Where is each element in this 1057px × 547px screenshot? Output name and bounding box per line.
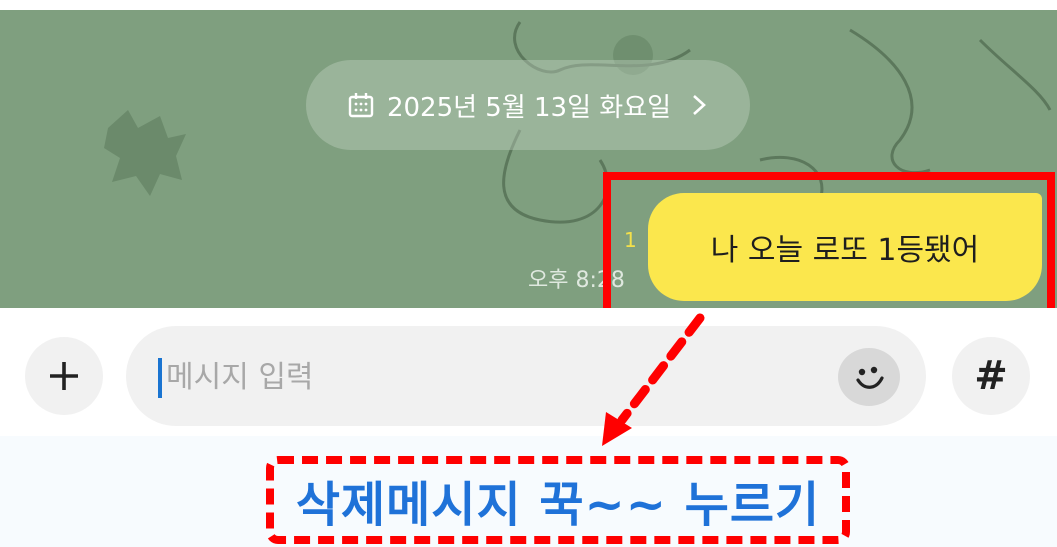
- date-divider[interactable]: 2025년 5월 13일 화요일: [306, 60, 750, 150]
- add-attachment-button[interactable]: [25, 337, 103, 415]
- text-caret: [158, 358, 162, 398]
- plus-icon: [50, 362, 78, 390]
- caption-box: 삭제메시지 꾹~~ 누르기: [266, 456, 850, 544]
- input-bar: #: [0, 308, 1057, 436]
- caption-text: 삭제메시지 꾹~~ 누르기: [295, 477, 821, 533]
- hash-label: #: [974, 353, 1008, 399]
- smiley-icon: [856, 366, 884, 389]
- date-label: 2025년 5월 13일 화요일: [386, 92, 672, 123]
- caption-area: 삭제메시지 꾹~~ 누르기: [0, 436, 1057, 547]
- message-field[interactable]: [126, 326, 926, 426]
- chevron-right-icon: [693, 95, 706, 115]
- emoji-button[interactable]: [838, 348, 900, 406]
- message-input[interactable]: [166, 348, 826, 406]
- hashtag-button[interactable]: #: [952, 337, 1030, 415]
- message-highlight-box: [603, 172, 1055, 316]
- calendar-icon: [348, 93, 374, 118]
